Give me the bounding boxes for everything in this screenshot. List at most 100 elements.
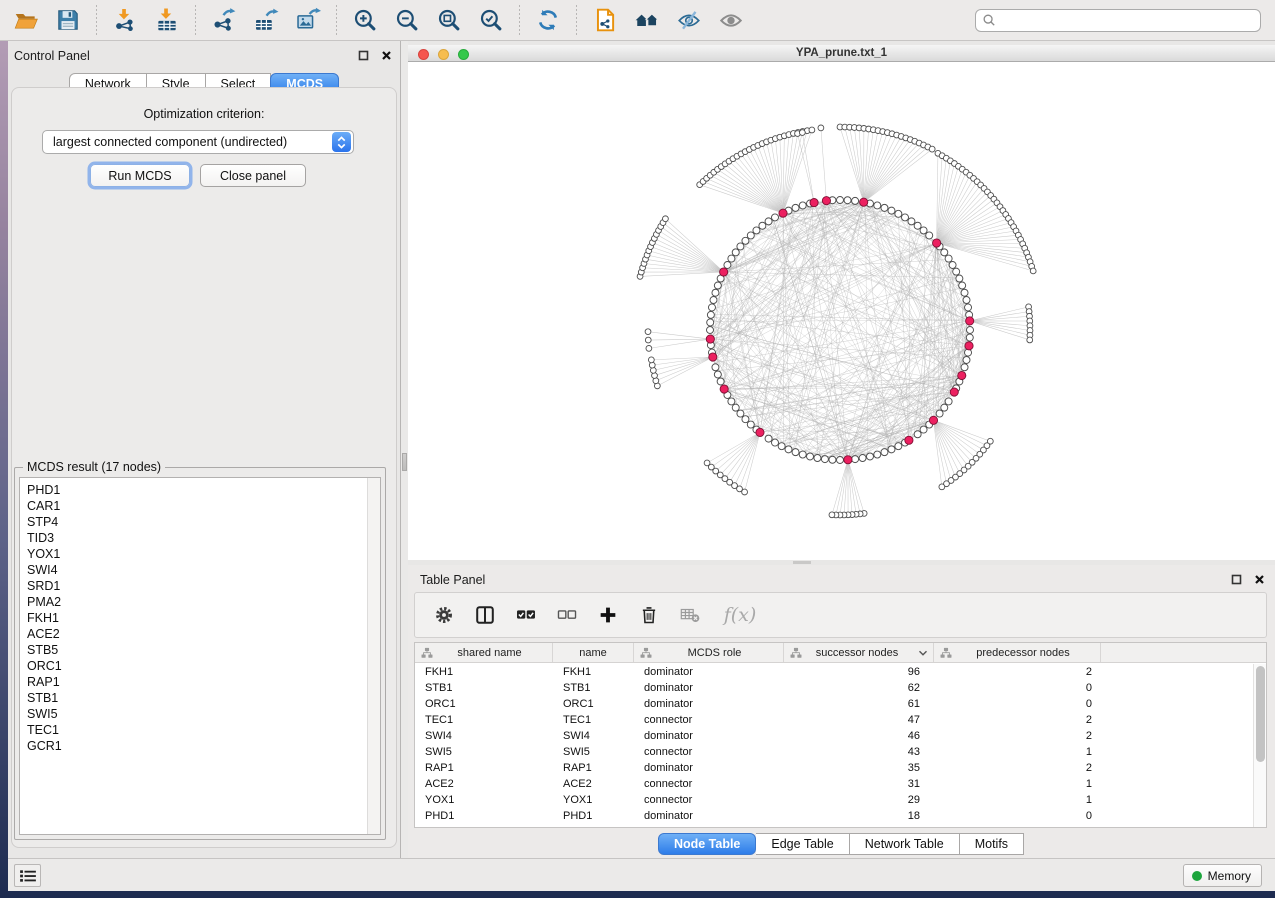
table-scrollbar[interactable] [1253, 664, 1266, 827]
table-row[interactable]: FKH1FKH1dominator962 [415, 664, 1253, 680]
mcds-result-item[interactable]: PHD1 [27, 482, 367, 498]
close-panel-icon[interactable] [380, 49, 392, 61]
float-panel-icon[interactable] [1230, 573, 1242, 585]
function-builder-icon: f(x) [718, 602, 762, 628]
mcds-result-item[interactable]: PMA2 [27, 594, 367, 610]
close-panel-icon[interactable] [1253, 573, 1265, 585]
table-cell: SWI5 [415, 744, 553, 760]
column-header-name[interactable]: name [553, 643, 634, 662]
table-cell: 46 [784, 728, 934, 744]
column-header-MCDS-role[interactable]: MCDS role [634, 643, 784, 662]
table-row[interactable]: PHD1PHD1dominator180 [415, 808, 1253, 824]
table-row[interactable]: TEC1TEC1connector472 [415, 712, 1253, 728]
export-image-icon[interactable] [292, 4, 324, 36]
memory-button[interactable]: Memory [1183, 864, 1262, 887]
control-panel-title: Control Panel [14, 49, 90, 63]
mcds-result-item[interactable]: TEC1 [27, 722, 367, 738]
open-file-icon[interactable] [10, 4, 42, 36]
mcds-result-item[interactable]: SWI5 [27, 706, 367, 722]
select-all-icon[interactable] [513, 602, 539, 628]
table-cell: 1 [934, 744, 1101, 760]
show-column-icon[interactable] [472, 602, 498, 628]
table-cell: FKH1 [415, 664, 553, 680]
show-eye-icon[interactable] [715, 4, 747, 36]
network-window-title: YPA_prune.txt_1 [408, 47, 1275, 59]
mcds-result-item[interactable]: ORC1 [27, 658, 367, 674]
mcds-result-item[interactable]: YOX1 [27, 546, 367, 562]
mcds-result-item[interactable]: STP4 [27, 514, 367, 530]
mcds-result-item[interactable]: FKH1 [27, 610, 367, 626]
hide-eye-icon[interactable] [673, 4, 705, 36]
add-column-icon[interactable] [595, 602, 621, 628]
zoom-selected-icon[interactable] [475, 4, 507, 36]
mcds-result-item[interactable]: STB5 [27, 642, 367, 658]
mcds-result-item[interactable]: RAP1 [27, 674, 367, 690]
zoom-in-icon[interactable] [349, 4, 381, 36]
column-header-successor-nodes[interactable]: successor nodes [784, 643, 934, 662]
table-cell: dominator [634, 728, 784, 744]
task-history-button[interactable] [14, 864, 41, 887]
search-box[interactable] [975, 9, 1261, 32]
delete-column-icon[interactable] [636, 602, 662, 628]
import-network-icon[interactable] [109, 4, 141, 36]
mcds-result-item[interactable]: SRD1 [27, 578, 367, 594]
export-network-icon[interactable] [208, 4, 240, 36]
mcds-result-list[interactable]: PHD1CAR1STP4TID3YOX1SWI4SRD1PMA2FKH1ACE2… [19, 477, 381, 835]
mcds-result-item[interactable]: SWI4 [27, 562, 367, 578]
gear-icon[interactable] [431, 602, 457, 628]
import-table-icon[interactable] [151, 4, 183, 36]
deselect-all-icon[interactable] [554, 602, 580, 628]
run-mcds-button[interactable]: Run MCDS [90, 164, 190, 187]
toolbar-separator [96, 5, 97, 35]
table-row[interactable]: RAP1RAP1dominator352 [415, 760, 1253, 776]
table-row[interactable]: YOX1YOX1connector291 [415, 792, 1253, 808]
table-row[interactable]: STB1STB1dominator620 [415, 680, 1253, 696]
table-cell: TEC1 [553, 712, 634, 728]
vertical-splitter[interactable] [400, 41, 408, 858]
export-table-icon[interactable] [250, 4, 282, 36]
table-row[interactable]: ORC1ORC1dominator610 [415, 696, 1253, 712]
column-header-shared-name[interactable]: shared name [415, 643, 553, 662]
mcds-list-scrollbar[interactable] [367, 478, 380, 834]
save-session-icon[interactable] [52, 4, 84, 36]
network-canvas[interactable] [408, 62, 1275, 560]
mcds-result-item[interactable]: ACE2 [27, 626, 367, 642]
search-input[interactable] [1002, 13, 1254, 27]
table-cell: STB1 [415, 680, 553, 696]
mcds-result-item[interactable]: STB1 [27, 690, 367, 706]
table-cell: SWI4 [553, 728, 634, 744]
splitter-grip-icon [793, 561, 811, 564]
table-cell: 29 [784, 792, 934, 808]
table-cell: 1 [934, 776, 1101, 792]
mcds-result-item[interactable]: CAR1 [27, 498, 367, 514]
desktop-wallpaper-left [0, 41, 8, 891]
close-panel-button[interactable]: Close panel [200, 164, 306, 187]
toolbar-separator [576, 5, 577, 35]
mcds-result-item[interactable]: TID3 [27, 530, 367, 546]
scrollbar-thumb[interactable] [1256, 666, 1265, 762]
tab-network-table[interactable]: Network Table [850, 833, 960, 855]
float-panel-icon[interactable] [357, 49, 369, 61]
namespace-icon [421, 647, 433, 659]
mcds-result-item[interactable]: GCR1 [27, 738, 367, 754]
table-cell: dominator [634, 760, 784, 776]
zoom-fit-icon[interactable] [433, 4, 465, 36]
network-homes-icon[interactable] [631, 4, 663, 36]
status-bar: Memory [8, 858, 1275, 891]
table-row[interactable]: SWI4SWI4dominator462 [415, 728, 1253, 744]
criterion-dropdown[interactable]: largest connected component (undirected) [42, 130, 354, 154]
table-cell: ORC1 [415, 696, 553, 712]
tab-motifs[interactable]: Motifs [960, 833, 1024, 855]
share-document-icon[interactable] [589, 4, 621, 36]
refresh-layout-icon[interactable] [532, 4, 564, 36]
table-row[interactable]: SWI5SWI5connector431 [415, 744, 1253, 760]
table-cell: 31 [784, 776, 934, 792]
delete-table-icon [677, 602, 703, 628]
column-header-predecessor-nodes[interactable]: predecessor nodes [934, 643, 1101, 662]
tab-node-table[interactable]: Node Table [658, 833, 756, 855]
table-row[interactable]: ACE2ACE2connector311 [415, 776, 1253, 792]
network-window-titlebar: YPA_prune.txt_1 [408, 45, 1275, 62]
toolbar-separator [195, 5, 196, 35]
tab-edge-table[interactable]: Edge Table [756, 833, 849, 855]
zoom-out-icon[interactable] [391, 4, 423, 36]
